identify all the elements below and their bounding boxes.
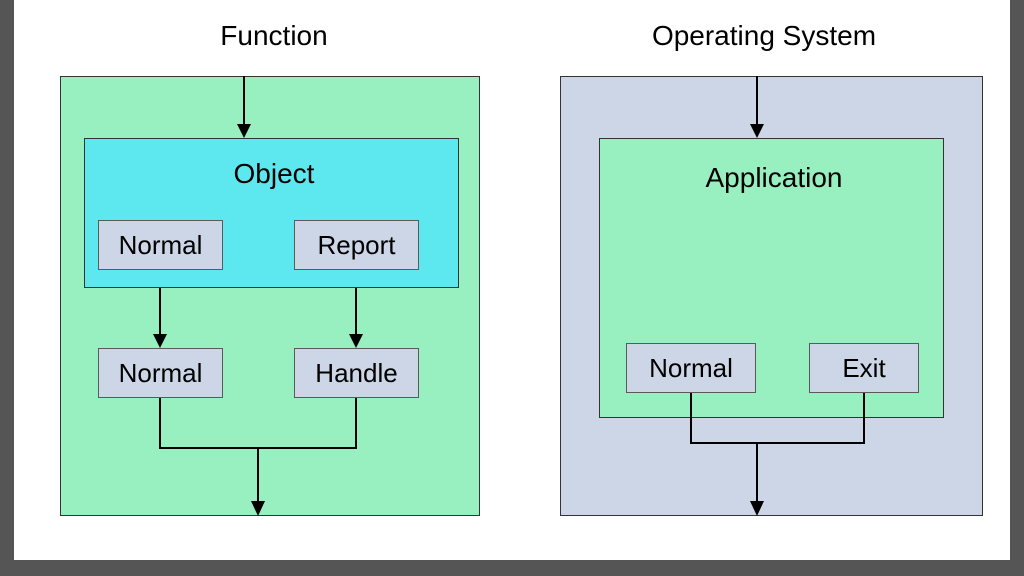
box-normal-3: Normal bbox=[626, 343, 756, 393]
box-normal-1: Normal bbox=[98, 220, 223, 270]
merge-connector bbox=[664, 393, 894, 518]
object-label: Object bbox=[164, 158, 384, 190]
box-exit: Exit bbox=[809, 343, 919, 393]
box-normal-2: Normal bbox=[98, 348, 223, 398]
box-report: Report bbox=[294, 220, 419, 270]
right-title: Operating System bbox=[624, 20, 904, 52]
page: Function Object Normal Report Normal Han… bbox=[0, 0, 1024, 576]
arrow-down-icon bbox=[150, 288, 170, 348]
diagram-sheet: Function Object Normal Report Normal Han… bbox=[14, 0, 1010, 560]
box-handle: Handle bbox=[294, 348, 419, 398]
arrow-down-icon bbox=[747, 76, 767, 138]
arrow-down-icon bbox=[346, 288, 366, 348]
left-title: Function bbox=[194, 20, 354, 52]
arrow-down-icon bbox=[234, 76, 254, 138]
merge-connector bbox=[144, 398, 374, 518]
application-label: Application bbox=[664, 162, 884, 194]
